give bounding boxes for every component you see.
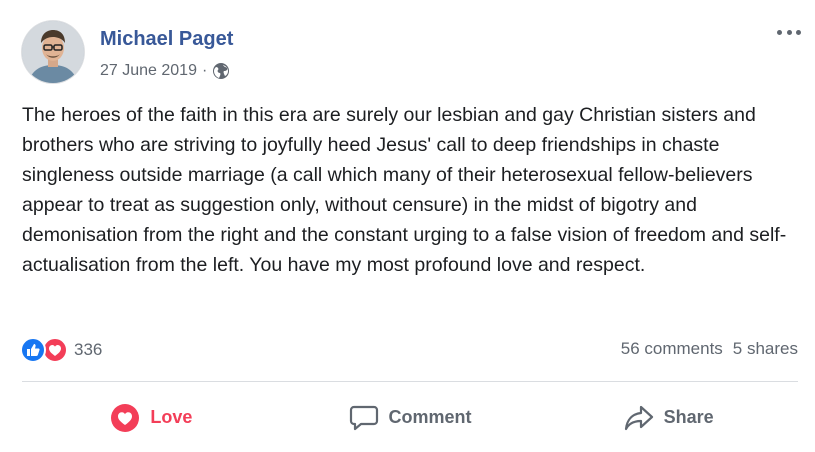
love-button[interactable]: Love: [22, 390, 281, 445]
reaction-summary[interactable]: 336: [20, 336, 102, 364]
action-bar: Love Comment Share: [22, 390, 798, 445]
facebook-post: Michael Paget 27 June 2019 · The heroes …: [0, 0, 815, 452]
more-dot-icon: [777, 29, 782, 35]
reaction-count: 336: [74, 340, 103, 359]
comment-icon: [349, 405, 378, 430]
post-meta: 27 June 2019 ·: [100, 60, 230, 82]
divider: [22, 381, 798, 382]
more-options-button[interactable]: [774, 22, 804, 42]
share-icon: [624, 405, 653, 430]
more-dot-icon: [786, 29, 792, 35]
share-button[interactable]: Share: [539, 390, 798, 445]
globe-icon[interactable]: [212, 62, 230, 80]
author-avatar[interactable]: [22, 21, 84, 83]
shares-count[interactable]: 5 shares: [733, 339, 798, 359]
author-name[interactable]: Michael Paget: [100, 27, 233, 51]
comment-button[interactable]: Comment: [281, 390, 540, 445]
more-dot-icon: [796, 29, 801, 35]
comment-label: Comment: [388, 407, 472, 427]
comments-count[interactable]: 56 comments: [621, 339, 723, 359]
like-icon: [20, 337, 46, 363]
post-body: The heroes of the faith in this era are …: [22, 104, 787, 276]
love-label: Love: [150, 407, 193, 427]
meta-separator: ·: [201, 62, 208, 79]
love-reaction-icon: [111, 403, 140, 432]
share-label: Share: [663, 407, 714, 427]
avatar-photo: [22, 21, 84, 83]
engagement-counts: 56 comments 5 shares: [621, 339, 798, 359]
post-date[interactable]: 27 June 2019: [100, 62, 197, 80]
